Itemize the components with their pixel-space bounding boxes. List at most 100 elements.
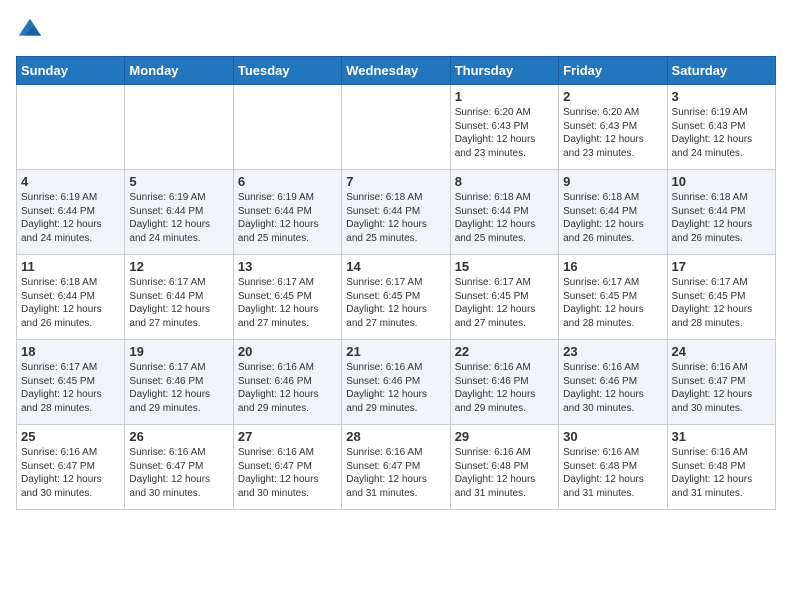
logo: [16, 16, 48, 44]
day-number: 26: [129, 429, 228, 444]
calendar-cell: 4 Sunrise: 6:19 AM Sunset: 6:44 PM Daylig…: [17, 170, 125, 255]
day-number: 21: [346, 344, 445, 359]
day-number: 8: [455, 174, 554, 189]
calendar-cell: 6 Sunrise: 6:19 AM Sunset: 6:44 PM Daylig…: [233, 170, 341, 255]
day-info: Sunrise: 6:19 AM Sunset: 6:43 PM Dayligh…: [672, 106, 771, 160]
calendar-cell: [342, 85, 450, 170]
day-info: Sunrise: 6:17 AM Sunset: 6:45 PM Dayligh…: [672, 276, 771, 330]
day-info: Sunrise: 6:17 AM Sunset: 6:45 PM Dayligh…: [21, 361, 120, 415]
day-info: Sunrise: 6:19 AM Sunset: 6:44 PM Dayligh…: [238, 191, 337, 245]
calendar-cell: 7 Sunrise: 6:18 AM Sunset: 6:44 PM Daylig…: [342, 170, 450, 255]
calendar-cell: [233, 85, 341, 170]
header-day-sunday: Sunday: [17, 57, 125, 85]
day-number: 5: [129, 174, 228, 189]
calendar-cell: 21 Sunrise: 6:16 AM Sunset: 6:46 PM Dayli…: [342, 340, 450, 425]
day-info: Sunrise: 6:16 AM Sunset: 6:46 PM Dayligh…: [238, 361, 337, 415]
day-number: 11: [21, 259, 120, 274]
calendar-cell: 23 Sunrise: 6:16 AM Sunset: 6:46 PM Dayli…: [559, 340, 667, 425]
calendar-cell: 20 Sunrise: 6:16 AM Sunset: 6:46 PM Dayli…: [233, 340, 341, 425]
day-info: Sunrise: 6:19 AM Sunset: 6:44 PM Dayligh…: [129, 191, 228, 245]
calendar-cell: 9 Sunrise: 6:18 AM Sunset: 6:44 PM Daylig…: [559, 170, 667, 255]
calendar-cell: 25 Sunrise: 6:16 AM Sunset: 6:47 PM Dayli…: [17, 425, 125, 510]
header-day-tuesday: Tuesday: [233, 57, 341, 85]
day-number: 23: [563, 344, 662, 359]
day-number: 7: [346, 174, 445, 189]
calendar-cell: 15 Sunrise: 6:17 AM Sunset: 6:45 PM Dayli…: [450, 255, 558, 340]
day-info: Sunrise: 6:16 AM Sunset: 6:46 PM Dayligh…: [346, 361, 445, 415]
calendar-cell: 5 Sunrise: 6:19 AM Sunset: 6:44 PM Daylig…: [125, 170, 233, 255]
day-info: Sunrise: 6:17 AM Sunset: 6:45 PM Dayligh…: [455, 276, 554, 330]
day-number: 14: [346, 259, 445, 274]
calendar-cell: 22 Sunrise: 6:16 AM Sunset: 6:46 PM Dayli…: [450, 340, 558, 425]
day-info: Sunrise: 6:20 AM Sunset: 6:43 PM Dayligh…: [563, 106, 662, 160]
day-info: Sunrise: 6:16 AM Sunset: 6:47 PM Dayligh…: [129, 446, 228, 500]
day-number: 27: [238, 429, 337, 444]
day-info: Sunrise: 6:17 AM Sunset: 6:44 PM Dayligh…: [129, 276, 228, 330]
header-day-friday: Friday: [559, 57, 667, 85]
calendar-cell: 13 Sunrise: 6:17 AM Sunset: 6:45 PM Dayli…: [233, 255, 341, 340]
day-number: 4: [21, 174, 120, 189]
calendar-header: SundayMondayTuesdayWednesdayThursdayFrid…: [17, 57, 776, 85]
calendar-cell: 27 Sunrise: 6:16 AM Sunset: 6:47 PM Dayli…: [233, 425, 341, 510]
header-row: SundayMondayTuesdayWednesdayThursdayFrid…: [17, 57, 776, 85]
day-info: Sunrise: 6:17 AM Sunset: 6:45 PM Dayligh…: [346, 276, 445, 330]
calendar-cell: 14 Sunrise: 6:17 AM Sunset: 6:45 PM Dayli…: [342, 255, 450, 340]
day-info: Sunrise: 6:16 AM Sunset: 6:46 PM Dayligh…: [455, 361, 554, 415]
calendar-cell: 2 Sunrise: 6:20 AM Sunset: 6:43 PM Daylig…: [559, 85, 667, 170]
day-info: Sunrise: 6:18 AM Sunset: 6:44 PM Dayligh…: [672, 191, 771, 245]
day-info: Sunrise: 6:17 AM Sunset: 6:46 PM Dayligh…: [129, 361, 228, 415]
day-number: 6: [238, 174, 337, 189]
day-info: Sunrise: 6:16 AM Sunset: 6:48 PM Dayligh…: [563, 446, 662, 500]
page-header: [16, 16, 776, 44]
week-row-3: 11Sunrise: 6:18 AM Sunset: 6:44 PM Dayli…: [17, 255, 776, 340]
calendar-table: SundayMondayTuesdayWednesdayThursdayFrid…: [16, 56, 776, 510]
day-number: 9: [563, 174, 662, 189]
day-number: 24: [672, 344, 771, 359]
day-info: Sunrise: 6:19 AM Sunset: 6:44 PM Dayligh…: [21, 191, 120, 245]
header-day-saturday: Saturday: [667, 57, 775, 85]
calendar-cell: [125, 85, 233, 170]
day-number: 12: [129, 259, 228, 274]
logo-icon: [16, 16, 44, 44]
day-info: Sunrise: 6:16 AM Sunset: 6:46 PM Dayligh…: [563, 361, 662, 415]
calendar-cell: 1Sunrise: 6:20 AM Sunset: 6:43 PM Daylig…: [450, 85, 558, 170]
calendar-body: 1 Sunrise: 6:20 AM Sunset: 6:43 PM Daylig…: [17, 85, 776, 510]
day-info: Sunrise: 6:18 AM Sunset: 6:44 PM Dayligh…: [455, 191, 554, 245]
week-row-4: 18Sunrise: 6:17 AM Sunset: 6:45 PM Dayli…: [17, 340, 776, 425]
day-number: 25: [21, 429, 120, 444]
day-info: Sunrise: 6:16 AM Sunset: 6:47 PM Dayligh…: [21, 446, 120, 500]
calendar-cell: 28Sunrise: 6:16 AM Sunset: 6:47 PM Dayli…: [342, 425, 450, 510]
day-info: Sunrise: 6:16 AM Sunset: 6:47 PM Dayligh…: [238, 446, 337, 500]
calendar-cell: 19Sunrise: 6:17 AM Sunset: 6:46 PM Dayli…: [125, 340, 233, 425]
calendar-cell: 18Sunrise: 6:17 AM Sunset: 6:45 PM Dayli…: [17, 340, 125, 425]
day-number: 20: [238, 344, 337, 359]
day-info: Sunrise: 6:16 AM Sunset: 6:48 PM Dayligh…: [672, 446, 771, 500]
calendar-cell: 16 Sunrise: 6:17 AM Sunset: 6:45 PM Dayli…: [559, 255, 667, 340]
day-info: Sunrise: 6:16 AM Sunset: 6:48 PM Dayligh…: [455, 446, 554, 500]
day-number: 3: [672, 89, 771, 104]
calendar-cell: 8 Sunrise: 6:18 AM Sunset: 6:44 PM Daylig…: [450, 170, 558, 255]
day-number: 13: [238, 259, 337, 274]
day-info: Sunrise: 6:18 AM Sunset: 6:44 PM Dayligh…: [346, 191, 445, 245]
day-number: 2: [563, 89, 662, 104]
calendar-cell: 24 Sunrise: 6:16 AM Sunset: 6:47 PM Dayli…: [667, 340, 775, 425]
day-number: 30: [563, 429, 662, 444]
day-number: 22: [455, 344, 554, 359]
day-number: 15: [455, 259, 554, 274]
header-day-monday: Monday: [125, 57, 233, 85]
calendar-cell: 26 Sunrise: 6:16 AM Sunset: 6:47 PM Dayli…: [125, 425, 233, 510]
week-row-1: 1 Sunrise: 6:20 AM Sunset: 6:43 PM Daylig…: [17, 85, 776, 170]
day-number: 17: [672, 259, 771, 274]
day-number: 1: [455, 89, 554, 104]
calendar-cell: 30 Sunrise: 6:16 AM Sunset: 6:48 PM Dayli…: [559, 425, 667, 510]
header-day-thursday: Thursday: [450, 57, 558, 85]
day-number: 10: [672, 174, 771, 189]
calendar-cell: 31 Sunrise: 6:16 AM Sunset: 6:48 PM Dayli…: [667, 425, 775, 510]
day-info: Sunrise: 6:18 AM Sunset: 6:44 PM Dayligh…: [563, 191, 662, 245]
day-number: 16: [563, 259, 662, 274]
day-info: Sunrise: 6:16 AM Sunset: 6:47 PM Dayligh…: [672, 361, 771, 415]
day-info: Sunrise: 6:17 AM Sunset: 6:45 PM Dayligh…: [563, 276, 662, 330]
header-day-wednesday: Wednesday: [342, 57, 450, 85]
day-number: 31: [672, 429, 771, 444]
day-info: Sunrise: 6:17 AM Sunset: 6:45 PM Dayligh…: [238, 276, 337, 330]
